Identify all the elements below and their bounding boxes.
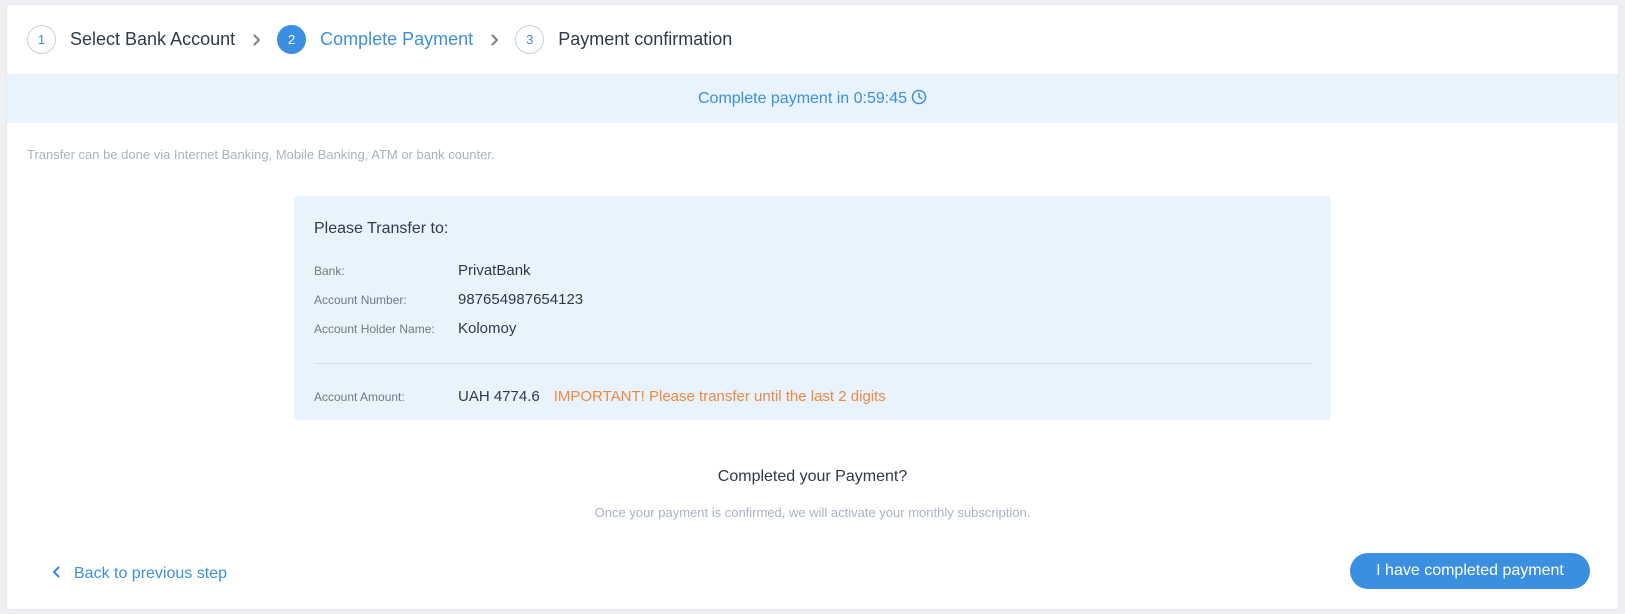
account-number-label: Account Number: bbox=[314, 292, 407, 307]
completed-title: Completed your Payment? bbox=[717, 468, 908, 485]
important-warning: IMPORTANT! Please transfer until the las… bbox=[553, 388, 886, 405]
account-holder-value: Kolomoy bbox=[458, 320, 517, 337]
step-complete-payment[interactable]: 2 Complete Payment bbox=[277, 25, 473, 54]
account-amount-label: Account Amount: bbox=[314, 389, 405, 404]
bank-row: Bank: PrivatBank bbox=[314, 256, 1311, 285]
step-number: 1 bbox=[27, 25, 56, 54]
completed-payment-button[interactable]: I have completed payment bbox=[1350, 553, 1590, 589]
step-payment-confirmation[interactable]: 3 Payment confirmation bbox=[515, 25, 732, 54]
timer-text: Complete payment in 0:59:45 bbox=[697, 90, 907, 107]
chevron-left-icon bbox=[52, 565, 74, 583]
completed-subtitle: Once your payment is confirmed, we will … bbox=[594, 505, 1031, 520]
account-holder-label: Account Holder Name: bbox=[314, 321, 435, 336]
chevron-right-icon bbox=[489, 32, 501, 48]
chevron-right-icon bbox=[251, 32, 263, 48]
account-holder-row: Account Holder Name: Kolomoy bbox=[314, 314, 1311, 343]
account-amount-value: UAH 4774.6 bbox=[458, 388, 540, 405]
step-label: Payment confirmation bbox=[558, 29, 733, 49]
payment-panel: 1 Select Bank Account 2 Complete Payment… bbox=[7, 5, 1618, 609]
back-to-previous-step-link[interactable]: Back to previous step bbox=[52, 565, 227, 583]
stepper: 1 Select Bank Account 2 Complete Payment… bbox=[7, 5, 1618, 75]
card-divider bbox=[314, 363, 1311, 364]
payment-timer-banner: Complete payment in 0:59:45 bbox=[7, 75, 1618, 123]
transfer-details-card: Please Transfer to: Bank: PrivatBank Acc… bbox=[294, 196, 1331, 420]
transfer-note: Transfer can be done via Internet Bankin… bbox=[27, 147, 495, 162]
step-number: 2 bbox=[277, 25, 307, 54]
bank-value: PrivatBank bbox=[458, 262, 531, 279]
clock-icon bbox=[907, 89, 927, 110]
step-label: Select Bank Account bbox=[70, 29, 236, 49]
account-amount-row: Account Amount: UAH 4774.6 IMPORTANT! Pl… bbox=[314, 382, 1311, 411]
step-select-bank-account[interactable]: 1 Select Bank Account bbox=[27, 25, 235, 54]
account-number-value: 987654987654123 bbox=[458, 291, 584, 308]
step-label: Complete Payment bbox=[320, 29, 474, 49]
back-label: Back to previous step bbox=[74, 565, 227, 582]
account-number-row: Account Number: 987654987654123 bbox=[314, 285, 1311, 314]
step-number: 3 bbox=[515, 25, 545, 54]
bank-label: Bank: bbox=[314, 263, 345, 278]
card-title: Please Transfer to: bbox=[314, 220, 449, 237]
